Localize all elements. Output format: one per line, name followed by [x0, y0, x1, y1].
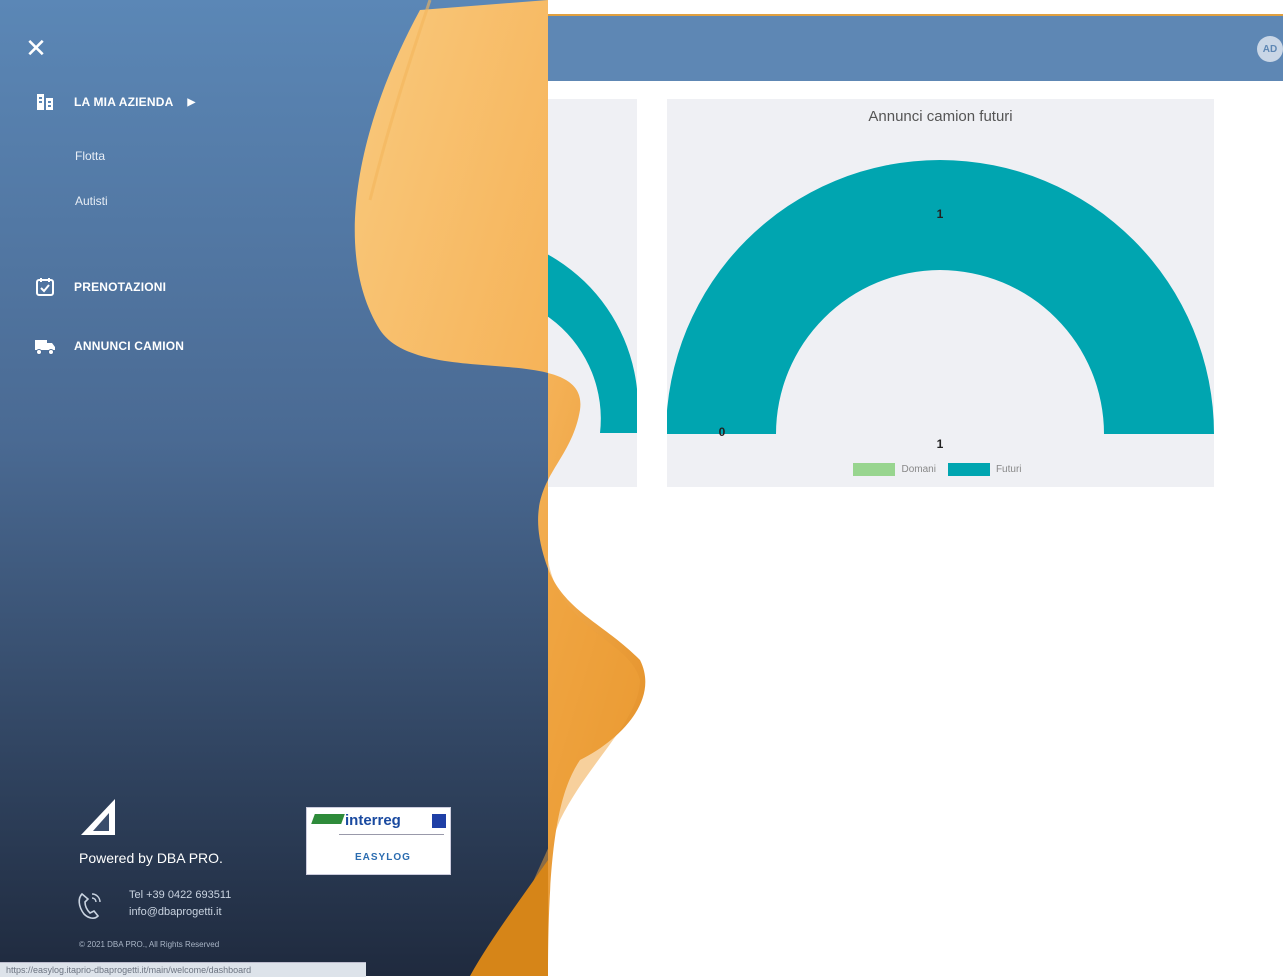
menu-item-label: LA MIA AZIENDA: [74, 95, 174, 109]
submenu-item-flotta[interactable]: Flotta: [75, 149, 105, 163]
calendar-check-icon: [34, 276, 56, 298]
slice-label-domani: 0: [719, 425, 726, 439]
interreg-logo: interreg EASYLOG: [306, 807, 451, 875]
interreg-brand: interreg: [345, 812, 401, 829]
truck-icon: [34, 335, 56, 357]
legend-swatch-domani[interactable]: [853, 463, 896, 476]
phone-icon: [76, 890, 104, 922]
gauge-slice-futuri: [667, 160, 1214, 434]
gauge-chart: 1 0 1: [667, 160, 1214, 451]
eu-flag-icon: [432, 814, 446, 828]
easylog-logo: EASYLOG: [355, 852, 411, 863]
interreg-subline: [339, 834, 444, 845]
dba-logo: [79, 797, 117, 837]
menu-item-label: ANNUNCI CAMION: [74, 339, 185, 353]
menu-item-label: PRENOTAZIONI: [74, 280, 167, 294]
menu-item-prenotazioni[interactable]: PRENOTAZIONI: [34, 276, 166, 298]
contact-email[interactable]: info@dbaprogetti.it: [129, 904, 231, 921]
side-drawer: ✕ LA MIA AZIENDA ▶ Flotta Autisti PRENOT…: [0, 0, 660, 976]
user-avatar[interactable]: AD: [1257, 36, 1283, 62]
close-icon[interactable]: ✕: [24, 35, 48, 61]
interreg-ribbon: [311, 814, 345, 824]
building-icon: [34, 91, 56, 113]
menu-item-annunci-camion[interactable]: ANNUNCI CAMION: [34, 335, 184, 357]
chart-legend: Domani Futuri: [667, 463, 1214, 476]
contact-info: Tel +39 0422 693511 info@dbaprogetti.it: [129, 887, 231, 921]
easylog-text: EASYLOG: [355, 852, 411, 863]
gauge-total-label: 1: [937, 437, 944, 451]
legend-label-domani[interactable]: Domani: [901, 464, 935, 475]
submenu-item-autisti[interactable]: Autisti: [75, 194, 108, 208]
powered-by-text: Powered by DBA PRO.: [79, 850, 223, 866]
menu-item-la-mia-azienda[interactable]: LA MIA AZIENDA ▶: [34, 91, 195, 113]
contact-phone[interactable]: Tel +39 0422 693511: [129, 887, 231, 904]
browser-status-url: https://easylog.itaprio-dbaprogetti.it/m…: [0, 962, 366, 977]
legend-swatch-futuri[interactable]: [947, 463, 990, 476]
chart-card-right: Annunci camion futuri 1 0 1 Domani Futur…: [667, 99, 1214, 487]
legend-label-futuri[interactable]: Futuri: [996, 464, 1022, 475]
copyright-text: © 2021 DBA PRO., All Rights Reserved: [79, 940, 220, 949]
caret-right-icon: ▶: [187, 96, 196, 108]
slice-label-futuri: 1: [937, 207, 944, 221]
